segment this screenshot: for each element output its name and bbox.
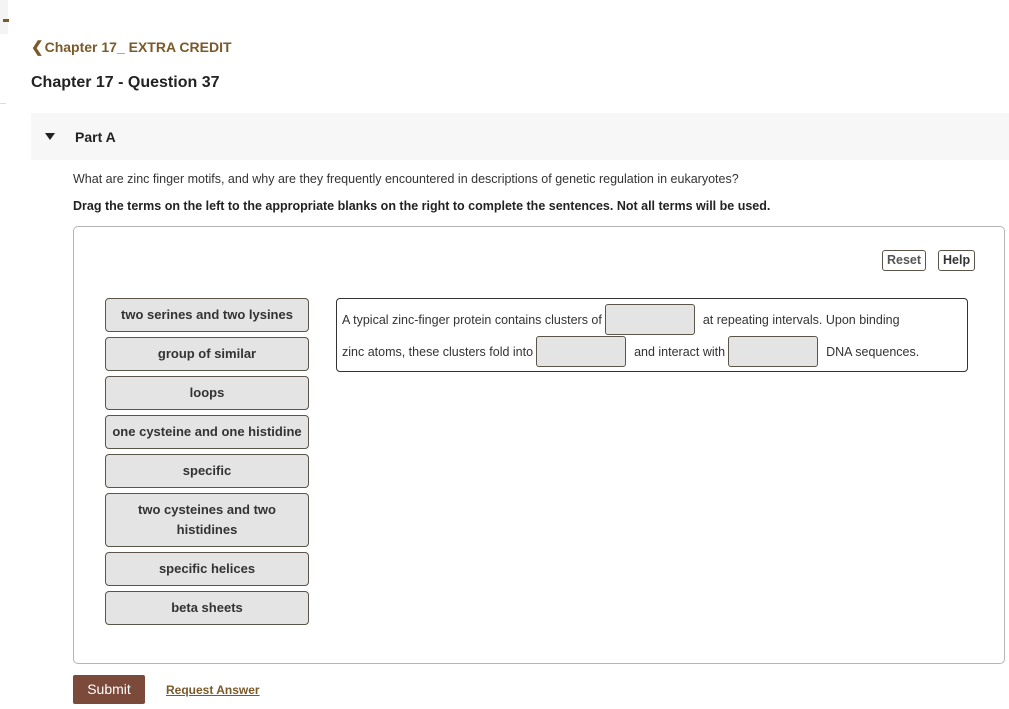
page-title: Chapter 17 - Question 37 [31, 74, 220, 91]
sentence-text: zinc atoms, these clusters fold into [342, 344, 534, 359]
draggable-term[interactable]: one cysteine and one histidine [105, 415, 309, 449]
submit-button[interactable]: Submit [73, 675, 145, 704]
sentence-text: at repeating intervals. Upon binding [702, 312, 900, 327]
part-a-toggle[interactable]: Part A [31, 113, 1009, 160]
drop-blank-1[interactable] [604, 304, 695, 335]
sentence-text: and interact with [634, 344, 726, 359]
sentence-text: DNA sequences. [826, 344, 920, 359]
left-edge-divider [0, 103, 6, 104]
draggable-term[interactable]: beta sheets [105, 591, 309, 625]
left-edge-strip [0, 0, 8, 34]
draggable-term[interactable]: specific helices [105, 552, 309, 586]
drag-drop-panel: Reset Help two serines and two lysines g… [73, 226, 1005, 664]
sentence-line-2: zinc atoms, these clusters fold into and… [342, 336, 919, 367]
drop-blank-3[interactable] [728, 336, 819, 367]
term-bank: two serines and two lysines group of sim… [105, 298, 310, 630]
reset-button[interactable]: Reset [882, 250, 927, 271]
draggable-term[interactable]: loops [105, 376, 309, 410]
draggable-term[interactable]: group of similar [105, 337, 309, 371]
breadcrumb-back-link[interactable]: ❮ Chapter 17_ EXTRA CREDIT [31, 38, 232, 56]
sentence-text: A typical zinc-finger protein contains c… [342, 312, 602, 327]
draggable-term[interactable]: two serines and two lysines [105, 298, 309, 332]
sentence-line-1: A typical zinc-finger protein contains c… [342, 304, 900, 335]
question-text: What are zinc finger motifs, and why are… [73, 172, 739, 186]
left-edge-marker [3, 19, 9, 22]
help-button[interactable]: Help [938, 250, 976, 271]
part-label: Part A [75, 128, 116, 145]
sentence-target-box: A typical zinc-finger protein contains c… [336, 298, 968, 372]
instruction-text: Drag the terms on the left to the approp… [73, 199, 771, 213]
breadcrumb-label: Chapter 17_ EXTRA CREDIT [44, 39, 232, 55]
draggable-term[interactable]: two cysteines and two histidines [105, 493, 309, 547]
draggable-term[interactable]: specific [105, 454, 309, 488]
caret-down-icon [45, 133, 55, 140]
chevron-left-icon: ❮ [31, 39, 44, 56]
request-answer-link[interactable]: Request Answer [166, 683, 260, 697]
drop-blank-2[interactable] [536, 336, 627, 367]
